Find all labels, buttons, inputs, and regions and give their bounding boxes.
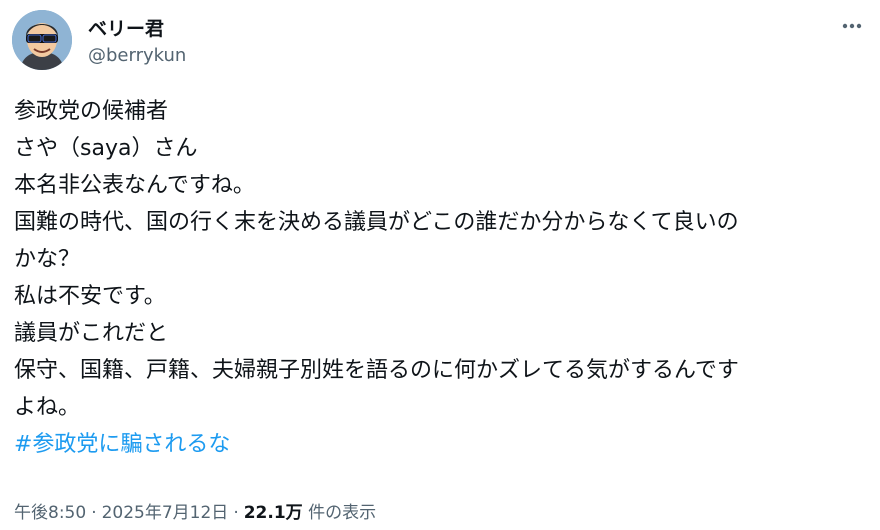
tweet-line: 国難の時代、国の行く末を決める議員がどこの誰だか分からなくて良いの (14, 210, 739, 235)
tweet: ベリー君 @berrykun 参政党の候補者 さや（saya）さん 本名非公表な… (0, 0, 880, 530)
tweet-line: かな？ (14, 247, 81, 272)
views-count: 22.1万 (243, 503, 303, 523)
more-dots-icon (842, 23, 862, 29)
tweet-line: 参政党の候補者 (14, 99, 169, 124)
avatar-image (12, 10, 72, 70)
tweet-line: 議員がこれだと (14, 321, 169, 346)
tweet-line: よね。 (14, 395, 81, 420)
tweet-meta: 午後8:50 · 2025年7月12日 · 22.1万 件の表示 (14, 498, 376, 523)
views-label: 件の表示 (308, 503, 377, 523)
tweet-line: 本名非公表なんですね。 (14, 173, 255, 198)
more-button[interactable] (838, 12, 866, 40)
avatar[interactable] (12, 10, 72, 70)
meta-separator: · (233, 503, 239, 523)
tweet-line: 保守、国籍、戸籍、夫婦親子別姓を語るのに何かズレてる気がするんです (14, 358, 739, 383)
meta-separator: · (91, 503, 97, 523)
user-handle[interactable]: @berrykun (88, 45, 186, 66)
tweet-date[interactable]: 2025年7月12日 (102, 503, 229, 523)
tweet-text: 参政党の候補者 さや（saya）さん 本名非公表なんですね。 国難の時代、国の行… (14, 93, 864, 463)
tweet-time[interactable]: 午後8:50 (14, 503, 86, 523)
hashtag-link[interactable]: #参政党に騙されるな (14, 426, 230, 463)
display-name[interactable]: ベリー君 (88, 14, 164, 41)
tweet-line: さや（saya）さん (14, 136, 198, 161)
tweet-line: 私は不安です。 (14, 284, 166, 309)
